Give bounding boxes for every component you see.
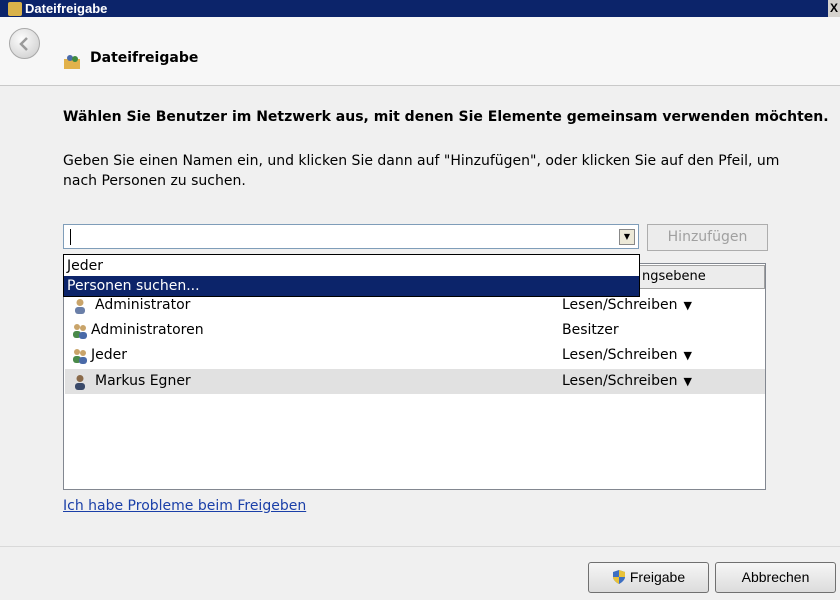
- dropdown-arrow-button[interactable]: ▼: [619, 229, 635, 245]
- name-dropdown-list[interactable]: Jeder Personen suchen...: [63, 254, 640, 297]
- uac-shield-icon: [612, 570, 625, 584]
- footer-bar: [0, 546, 840, 600]
- share-button[interactable]: Freigabe: [588, 562, 709, 593]
- window-title: Dateifreigabe: [25, 1, 108, 16]
- description-text: Geben Sie einen Namen ein, und klicken S…: [63, 153, 780, 189]
- list-item-name: Administratoren: [91, 322, 204, 338]
- chevron-down-icon: ▼: [683, 375, 692, 388]
- back-arrow-icon: [19, 37, 28, 51]
- dropdown-item-jeder[interactable]: Jeder: [64, 256, 639, 276]
- column-header-label: ngsebene: [642, 269, 706, 284]
- permission-dropdown[interactable]: Lesen/Schreiben ▼: [562, 369, 692, 394]
- dropdown-item-label: Jeder: [67, 258, 103, 274]
- window-titlebar: Dateifreigabe X: [0, 0, 840, 17]
- share-button-label: Freigabe: [629, 569, 686, 585]
- list-item[interactable]: Administratoren Besitzer: [65, 318, 765, 343]
- chevron-down-icon: ▼: [683, 349, 692, 362]
- permission-label: Lesen/Schreiben: [562, 297, 678, 313]
- group-icon: [73, 349, 87, 364]
- permission-label: Lesen/Schreiben: [562, 347, 678, 363]
- users-icon: [64, 55, 80, 69]
- sharing-app-icon: [8, 2, 22, 16]
- user-list[interactable]: ngsebene Administrator Lesen/Schreiben ▼ …: [63, 263, 766, 490]
- close-button[interactable]: X: [828, 0, 840, 17]
- user-icon: [75, 375, 85, 390]
- list-item[interactable]: Jeder Lesen/Schreiben ▼: [65, 343, 765, 368]
- user-icon: [75, 299, 85, 314]
- dropdown-item-label: Personen suchen...: [67, 278, 200, 294]
- back-button[interactable]: [9, 28, 40, 59]
- cancel-button[interactable]: Abbrechen: [715, 562, 836, 593]
- list-item-name: Markus Egner: [95, 373, 191, 389]
- instruction-text: Wählen Sie Benutzer im Netzwerk aus, mit…: [63, 109, 829, 125]
- help-link[interactable]: Ich habe Probleme beim Freigeben: [63, 498, 306, 514]
- permission-dropdown[interactable]: Lesen/Schreiben ▼: [562, 343, 692, 368]
- text-caret: [70, 229, 71, 245]
- permission-label: Lesen/Schreiben: [562, 373, 678, 389]
- column-header-permission[interactable]: ngsebene: [639, 265, 765, 289]
- permission-label: Besitzer: [562, 322, 619, 338]
- chevron-down-icon: ▼: [683, 299, 692, 312]
- page-title: Dateifreigabe: [90, 50, 199, 66]
- name-combobox[interactable]: ▼: [63, 224, 639, 249]
- list-item-name: Jeder: [91, 347, 127, 363]
- group-icon: [73, 324, 87, 339]
- dropdown-item-search-people[interactable]: Personen suchen...: [64, 276, 639, 296]
- list-item-selected[interactable]: Markus Egner Lesen/Schreiben ▼: [65, 369, 765, 394]
- add-button[interactable]: Hinzufügen: [647, 224, 768, 251]
